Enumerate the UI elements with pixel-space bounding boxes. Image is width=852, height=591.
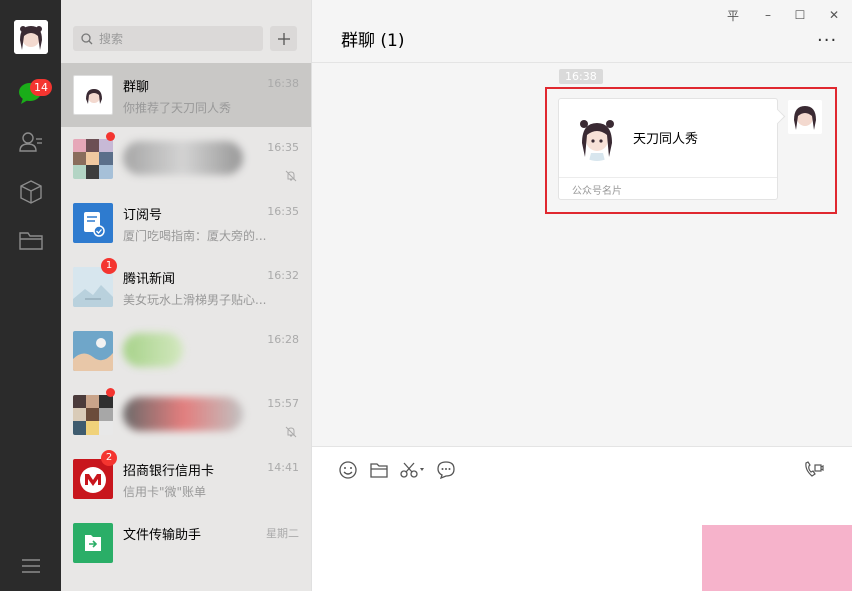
nav-chat[interactable] [0,75,61,111]
left-rail: 14 [0,0,61,591]
session-time: 14:41 [267,461,299,474]
mute-bell-icon [285,423,297,442]
group-chat-avatar [73,75,113,115]
chat-panel: 群聊 (1) 平 – ☐ ✕ ··· 16:38 天刀同人秀 公众号名片 [311,0,852,591]
more-options-button[interactable]: ··· [817,30,837,51]
session-time: 16:35 [267,205,299,218]
cube-icon [19,180,42,204]
blurred-session-name [123,141,243,175]
session-cmb-credit-card[interactable]: 2 招商银行信用卡 信用卡"微"账单 14:41 [61,447,311,511]
blurred-session-name [123,333,183,367]
session-blurred-2[interactable]: 16:28 [61,319,311,383]
blurred-session-name [123,397,243,431]
folder-icon [18,232,43,250]
plus-icon [277,32,290,45]
add-button[interactable] [270,26,297,51]
card-avatar [573,113,621,161]
sender-avatar[interactable] [788,100,822,134]
card-footer-label: 公众号名片 [559,177,777,200]
session-blurred-group-1[interactable]: 16:35 [61,127,311,191]
chat-header: 群聊 (1) 平 – ☐ ✕ ··· [312,0,852,63]
maximize-button[interactable]: ☐ [790,7,810,23]
anime-avatar-icon [573,113,621,161]
mute-bell-icon [285,167,297,186]
emoji-icon [339,461,357,479]
user-avatar[interactable] [14,20,48,54]
session-time: 星期二 [266,527,299,540]
session-preview: 厦门吃喝指南：厦大旁的... [123,229,267,243]
emoji-button[interactable] [336,459,360,481]
card-account-name: 天刀同人秀 [633,132,699,147]
screenshot-button[interactable] [398,459,428,481]
nav-favorites[interactable] [0,174,61,210]
minimize-button[interactable]: – [758,7,778,23]
unread-count-badge: 2 [101,450,117,466]
session-time: 16:28 [267,333,299,346]
nav-files[interactable] [0,222,61,258]
session-time: 16:35 [267,141,299,154]
hamburger-menu-icon [21,559,40,573]
search-box[interactable] [73,26,263,51]
session-group-chat[interactable]: 群聊 你推荐了天刀同人秀 16:38 [61,63,311,127]
close-button[interactable]: ✕ [824,7,844,23]
session-name: 订阅号 [123,208,163,223]
contacts-icon [18,132,42,152]
session-preview: 美女玩水上滑梯男子贴心... [123,293,267,307]
group-avatar-icon [73,139,113,179]
unread-dot [106,388,115,397]
official-account-card[interactable]: 天刀同人秀 公众号名片 [558,98,778,200]
chat-title: 群聊 (1) [341,31,405,51]
message-composer[interactable] [312,446,852,591]
session-preview: 信用卡"微"账单 [123,485,207,499]
anime-avatar-icon [86,89,102,104]
session-blurred-group-3[interactable]: 15:57 [61,383,311,447]
blurred-avatar [73,331,113,371]
session-time: 16:38 [267,77,299,90]
session-time: 16:32 [267,269,299,282]
group-avatar-grid [73,139,113,179]
landscape-avatar-icon [73,331,113,371]
nav-contacts[interactable] [0,124,61,160]
file-transfer-avatar [73,523,113,563]
session-list: 群聊 你推荐了天刀同人秀 16:38 16:35 订阅号 厦门吃喝指南：厦大旁的… [61,63,311,575]
phone-video-icon [805,461,824,477]
call-button[interactable] [802,459,826,481]
session-name: 群聊 [123,80,150,95]
message-timestamp: 16:38 [559,69,603,84]
menu-button[interactable] [0,548,61,584]
anime-avatar-icon [788,100,822,134]
session-name: 招商银行信用卡 [123,464,215,479]
folder-icon [370,463,388,478]
group-avatar-grid [73,395,113,435]
unread-dot [106,132,115,141]
scissors-icon [400,462,424,478]
search-input[interactable] [99,31,249,46]
session-name: 文件传输助手 [123,528,202,543]
session-time: 15:57 [267,397,299,410]
chat-history-button[interactable] [434,459,458,481]
group-avatar-icon [73,395,113,435]
session-subscriptions[interactable]: 订阅号 厦门吃喝指南：厦大旁的... 16:35 [61,191,311,255]
pin-button[interactable]: 平 [723,7,743,23]
session-list-panel: 群聊 你推荐了天刀同人秀 16:38 16:35 [61,0,311,591]
chat-bubble-icon [437,461,455,479]
session-preview: 你推荐了天刀同人秀 [123,101,232,115]
send-file-button[interactable] [367,459,391,481]
subscriptions-avatar [73,203,113,243]
unread-count-badge: 14 [30,79,52,96]
unread-count-badge: 1 [101,258,117,274]
search-icon [81,32,93,44]
session-tencent-news[interactable]: 1 腾讯新闻 美女玩水上滑梯男子贴心... 16:32 [61,255,311,319]
anime-avatar-icon [14,20,48,54]
session-name: 腾讯新闻 [123,272,176,287]
session-file-transfer[interactable]: 文件传输助手 星期二 [61,511,311,575]
file-transfer-icon [85,535,101,551]
pink-overlay-block [702,525,852,591]
subscription-doc-icon [84,212,105,237]
